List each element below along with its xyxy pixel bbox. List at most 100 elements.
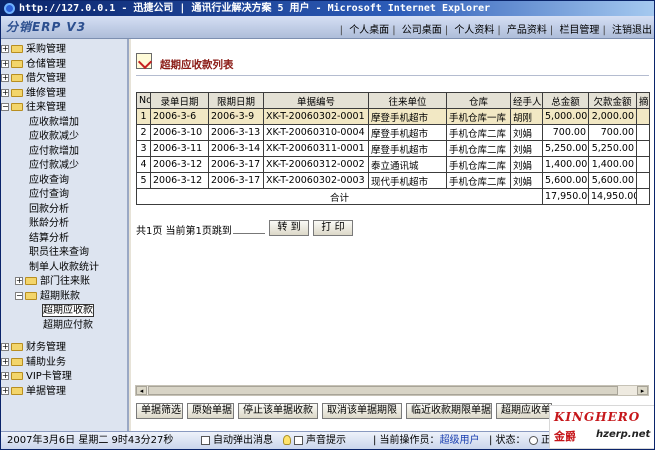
jump-button[interactable]: 转 到 bbox=[269, 220, 309, 236]
table-cell: 刘娟 bbox=[510, 140, 543, 157]
tree-item[interactable]: 账龄分析 bbox=[1, 217, 127, 232]
collapse-icon[interactable]: − bbox=[1, 103, 9, 111]
scroll-left-icon[interactable]: ◂ bbox=[136, 386, 147, 395]
nav-product-data[interactable]: 产品资料 bbox=[507, 25, 547, 36]
status-datetime: 2007年3月6日 星期二 9时43分27秒 bbox=[7, 435, 174, 446]
folder-open-icon bbox=[11, 103, 23, 111]
nav-personal-profile[interactable]: 个人资料 bbox=[454, 25, 494, 36]
expand-icon[interactable]: + bbox=[15, 277, 23, 285]
col-header: 经手人 bbox=[510, 92, 543, 109]
col-header: 往来单位 bbox=[368, 92, 447, 109]
table-cell: 2006-3-9 bbox=[208, 108, 264, 125]
expand-icon[interactable]: + bbox=[1, 372, 9, 380]
tree-item[interactable]: 应收款增加 bbox=[1, 116, 127, 131]
tree-group-documents[interactable]: + 单据管理 bbox=[1, 385, 127, 400]
folder-icon bbox=[11, 357, 23, 366]
checkbox[interactable] bbox=[294, 435, 303, 445]
table-cell: 2006-3-13 bbox=[208, 124, 264, 141]
table-cell bbox=[636, 156, 650, 173]
overdue-receivable-button[interactable]: 超期应收单 bbox=[496, 403, 552, 419]
horizontal-scrollbar[interactable]: ◂ ▸ bbox=[135, 385, 649, 396]
table-row[interactable]: 3 2006-3-11 2006-3-14 XK-T-20060311-0001 摩登手… bbox=[136, 140, 650, 157]
overdue-receivables-table: No. 录单日期 限期日期 单据编号 往来单位 仓库 经手人 总金额 欠款金额 … bbox=[136, 92, 650, 205]
stop-collection-button[interactable]: 停止该单据收款 bbox=[238, 403, 318, 419]
table-cell: 5,250.00 bbox=[588, 140, 637, 157]
tree-item[interactable]: 应付款减少 bbox=[1, 159, 127, 174]
table-row[interactable]: 2 2006-3-10 2006-3-13 XK-T-20060310-0004 摩登手… bbox=[136, 124, 650, 141]
near-deadline-button[interactable]: 临近收款期限单据 bbox=[406, 403, 492, 419]
table-cell: 5,000.00 bbox=[542, 108, 589, 125]
checkbox[interactable] bbox=[201, 435, 210, 445]
tree-group-overdue[interactable]: − 超期账款 bbox=[1, 290, 127, 305]
table-cell: 2 bbox=[136, 124, 151, 141]
table-cell: 5,600.00 bbox=[542, 172, 589, 189]
filter-documents-button[interactable]: 单据筛选 bbox=[136, 403, 183, 419]
table-cell: 5,250.00 bbox=[542, 140, 589, 157]
table-cell: 手机仓库二库 bbox=[446, 172, 511, 189]
folder-icon bbox=[11, 343, 23, 351]
tree-item-overdue-receivable[interactable]: 超期应收款 bbox=[1, 304, 127, 319]
tree-group-loan[interactable]: + 借欠管理 bbox=[1, 72, 127, 87]
sound-toggle[interactable]: 声音提示 bbox=[283, 432, 346, 449]
table-cell: XK-T-20060310-0004 bbox=[263, 124, 369, 141]
window-title-bar: http://127.0.0.1 - 迅捷公司 | 通讯行业解决方案 5 用户 … bbox=[1, 1, 654, 16]
tree-item[interactable]: 应付查询 bbox=[1, 188, 127, 203]
expand-icon[interactable]: + bbox=[1, 386, 9, 395]
folder-icon bbox=[11, 372, 23, 380]
tree-group-storage[interactable]: + 仓储管理 bbox=[1, 58, 127, 73]
nav-column-manage[interactable]: 栏目管理 bbox=[559, 25, 599, 36]
scroll-right-icon[interactable]: ▸ bbox=[637, 386, 648, 395]
print-button[interactable]: 打 印 bbox=[313, 220, 353, 236]
tree-group-finance[interactable]: + 财务管理 bbox=[1, 341, 127, 356]
tree-group-repair[interactable]: + 维修管理 bbox=[1, 87, 127, 102]
expand-icon[interactable]: + bbox=[1, 88, 9, 97]
scroll-thumb[interactable] bbox=[148, 386, 618, 395]
expand-icon[interactable]: + bbox=[1, 357, 9, 366]
original-document-button[interactable]: 原始单据 bbox=[187, 403, 234, 419]
expand-icon[interactable]: + bbox=[1, 343, 9, 351]
table-cell: 1 bbox=[136, 108, 151, 125]
tree-item[interactable]: 职员往来查询 bbox=[1, 246, 127, 261]
brand-url: hzerp.net bbox=[596, 429, 651, 440]
total-owed: 14,950.00 bbox=[588, 188, 637, 205]
tree-group-vip[interactable]: + VIP卡管理 bbox=[1, 370, 127, 385]
table-cell: 4 bbox=[136, 156, 151, 173]
app-header: 分销ERP V3 | 个人桌面 | 公司桌面 | 个人资料 | 产品资料 | 栏目管理 |… bbox=[1, 16, 654, 39]
tree-group-purchase[interactable]: + 采购管理 bbox=[1, 43, 127, 58]
table-cell: 700.00 bbox=[588, 124, 637, 141]
tree-group-auxiliary[interactable]: + 辅助业务 bbox=[1, 356, 127, 371]
folder-icon bbox=[11, 45, 23, 53]
tree-item[interactable]: 应收查询 bbox=[1, 174, 127, 189]
auto-popup-toggle[interactable]: 自动弹出消息 bbox=[201, 432, 273, 449]
nav-company-desktop[interactable]: 公司桌面 bbox=[402, 25, 442, 36]
tree-item-overdue-payable[interactable]: 超期应付款 bbox=[1, 319, 127, 334]
window-title: http://127.0.0.1 - 迅捷公司 | 通讯行业解决方案 5 用户 … bbox=[19, 3, 491, 14]
table-row[interactable]: 5 2006-3-12 2006-3-17 XK-T-20060302-0003 现代手… bbox=[136, 172, 650, 189]
table-cell: 2006-3-12 bbox=[150, 172, 209, 189]
nav-personal-desktop[interactable]: 个人桌面 bbox=[349, 25, 389, 36]
browser-window: http://127.0.0.1 - 迅捷公司 | 通讯行业解决方案 5 用户 … bbox=[0, 0, 655, 450]
table-row[interactable]: 1 2006-3-6 2006-3-9 XK-T-20060302-0001 摩登手机超… bbox=[136, 108, 650, 125]
tree-group-dept-accounts[interactable]: + 部门往来账 bbox=[1, 275, 127, 290]
cancel-deadline-button[interactable]: 取消该单据期限 bbox=[322, 403, 402, 419]
table-cell: XK-T-20060311-0001 bbox=[263, 140, 369, 157]
table-row[interactable]: 4 2006-3-12 2006-3-17 XK-T-20060312-0002 泰立通… bbox=[136, 156, 650, 173]
tree-item[interactable]: 应收款减少 bbox=[1, 130, 127, 145]
tree-item[interactable]: 制单人收款统计 bbox=[1, 261, 127, 276]
table-cell: 5 bbox=[136, 172, 151, 189]
expand-icon[interactable]: + bbox=[1, 45, 9, 53]
col-header: 仓库 bbox=[446, 92, 511, 109]
pager-text: 共1页 当前第1页跳到 bbox=[136, 226, 232, 237]
table-cell: 手机仓库二库 bbox=[446, 140, 511, 157]
tree-group-accounts[interactable]: − 往来管理 bbox=[1, 101, 127, 116]
tree-item[interactable]: 结算分析 bbox=[1, 232, 127, 247]
table-cell: 2006-3-14 bbox=[208, 140, 264, 157]
page-jump-input[interactable] bbox=[233, 219, 265, 234]
tree-item[interactable]: 回款分析 bbox=[1, 203, 127, 218]
radio[interactable] bbox=[528, 435, 538, 445]
nav-logout[interactable]: 注销退出 bbox=[612, 25, 652, 36]
expand-icon[interactable]: + bbox=[1, 74, 9, 82]
collapse-icon[interactable]: − bbox=[15, 291, 23, 300]
tree-item[interactable]: 应付款增加 bbox=[1, 145, 127, 160]
expand-icon[interactable]: + bbox=[1, 59, 9, 68]
